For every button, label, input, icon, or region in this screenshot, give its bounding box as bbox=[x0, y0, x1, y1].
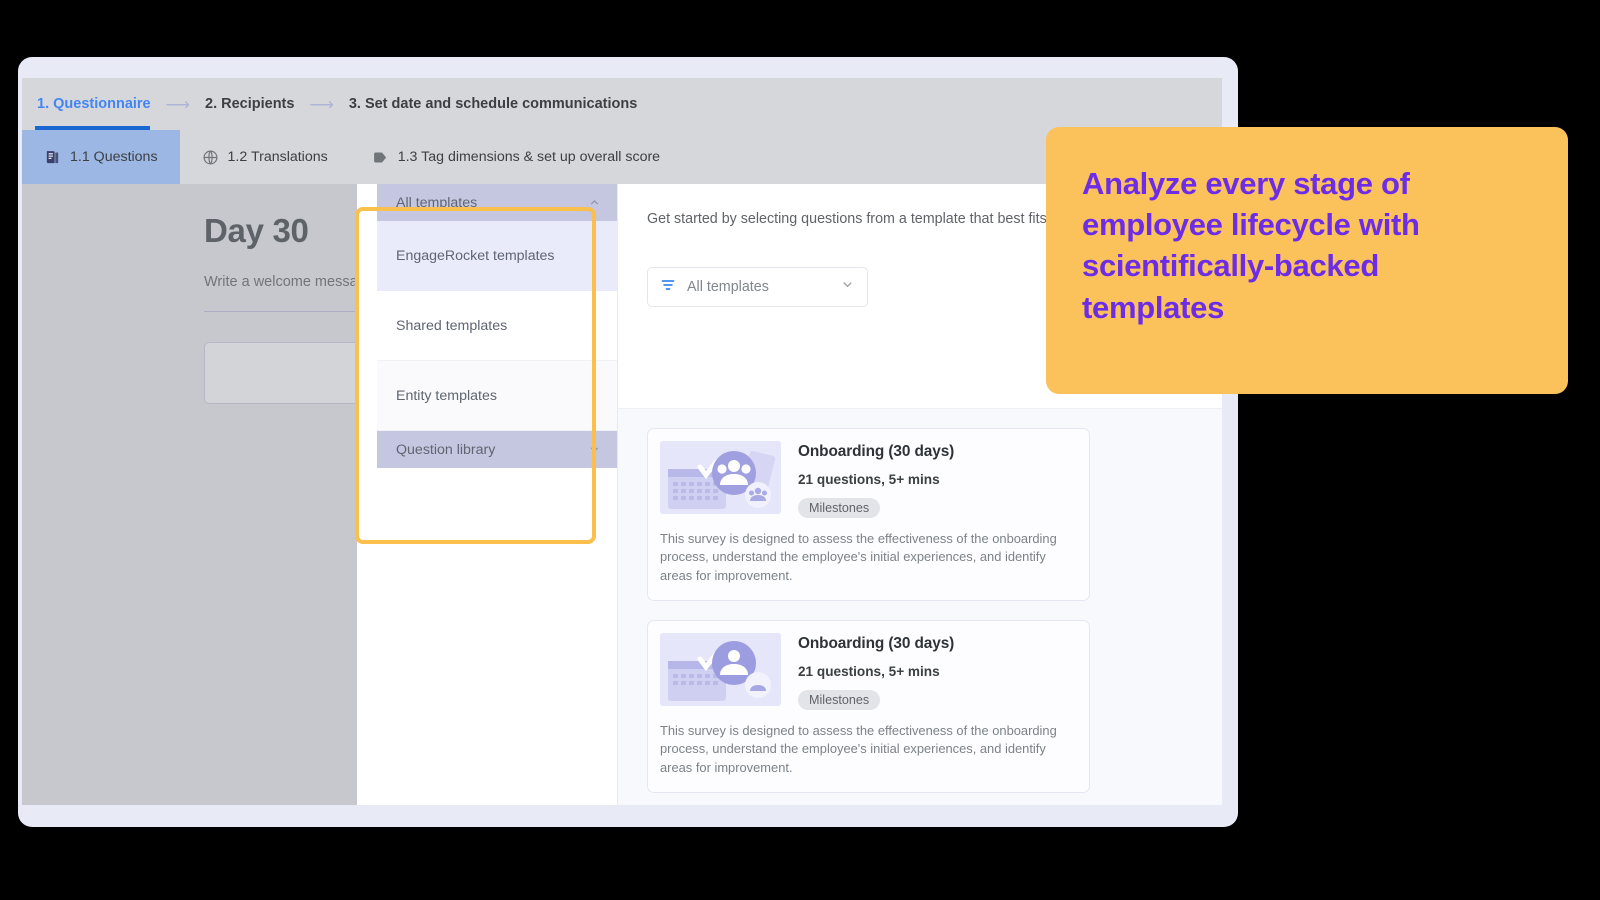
template-card[interactable]: Onboarding (30 days) 21 questions, 5+ mi… bbox=[647, 428, 1090, 601]
template-card-meta: Onboarding (30 days) 21 questions, 5+ mi… bbox=[798, 441, 1075, 518]
calendar-people-thumb-icon bbox=[660, 441, 781, 514]
sidebar-group-question-library-label: Question library bbox=[396, 441, 496, 458]
template-category-sidebar: All templates EngageRocket templates Sha… bbox=[377, 184, 618, 805]
template-cards-region: Onboarding (30 days) 21 questions, 5+ mi… bbox=[618, 408, 1222, 805]
chevron-down-icon bbox=[840, 277, 855, 297]
template-card-title: Onboarding (30 days) bbox=[798, 443, 955, 460]
book-icon bbox=[44, 149, 61, 166]
annotation-callout: Analyze every stage of employee lifecycl… bbox=[1046, 127, 1568, 394]
template-card[interactable]: Onboarding (30 days) 21 questions, 5+ mi… bbox=[647, 619, 1090, 793]
welcome-message-label: Write a welcome message bbox=[204, 274, 374, 290]
sidebar-item-shared-templates[interactable]: Shared templates bbox=[377, 291, 617, 361]
tab-tag-dimensions-label: 1.3 Tag dimensions & set up overall scor… bbox=[397, 149, 661, 165]
wizard-step-questionnaire[interactable]: 1. Questionnaire bbox=[35, 96, 153, 112]
status-badge: Milestones bbox=[798, 498, 881, 518]
tab-translations-label: 1.2 Translations bbox=[227, 149, 328, 165]
template-card-meta: Onboarding (30 days) 21 questions, 5+ mi… bbox=[798, 633, 1075, 710]
template-card-header: Onboarding (30 days) 21 questions, 5+ mi… bbox=[660, 441, 1075, 518]
annotation-callout-text: Analyze every stage of employee lifecycl… bbox=[1082, 166, 1420, 325]
sidebar-item-engagerocket-templates-label: EngageRocket templates bbox=[396, 247, 555, 264]
sidebar-item-engagerocket-templates[interactable]: EngageRocket templates bbox=[377, 221, 617, 291]
template-card-title: Onboarding (30 days) bbox=[798, 634, 955, 652]
tab-tag-dimensions[interactable]: 1.3 Tag dimensions & set up overall scor… bbox=[350, 130, 682, 184]
chevron-down-icon bbox=[588, 443, 601, 456]
template-card-tags: Milestones bbox=[798, 498, 1075, 518]
sidebar-group-all-templates-label: All templates bbox=[396, 194, 478, 211]
questionnaire-form-pane: Day 30 Write a welcome message bbox=[22, 184, 394, 805]
wizard-step-recipients[interactable]: 2. Recipients bbox=[203, 96, 296, 112]
sub-tab-bar: 1.1 Questions 1.2 Translations 1.3 Tag d… bbox=[22, 130, 1222, 184]
tab-translations[interactable]: 1.2 Translations bbox=[180, 130, 350, 184]
template-card-description: This survey is designed to assess the ef… bbox=[660, 722, 1057, 775]
filter-icon bbox=[660, 277, 676, 298]
template-card-description: This survey is designed to assess the ef… bbox=[660, 531, 1057, 583]
template-card-tags: Milestones bbox=[798, 689, 1075, 710]
globe-icon bbox=[202, 149, 219, 166]
wizard-step-schedule[interactable]: 3. Set date and schedule communications bbox=[347, 96, 639, 112]
template-filter-value: All templates bbox=[687, 279, 769, 295]
template-filter-select[interactable]: All templates bbox=[647, 267, 868, 307]
page-title: Day 30 bbox=[204, 212, 309, 249]
sidebar-bottom-spacer bbox=[377, 468, 617, 508]
app-workspace: 1. Questionnaire ⟶ 2. Recipients ⟶ 3. Se… bbox=[22, 78, 1222, 805]
calendar-people-thumb-icon bbox=[660, 632, 781, 706]
step-arrow-icon-1: ⟶ bbox=[165, 94, 190, 114]
tab-questions[interactable]: 1.1 Questions bbox=[22, 130, 180, 184]
tab-questions-label: 1.1 Questions bbox=[70, 149, 158, 165]
chevron-up-icon bbox=[588, 196, 601, 209]
sidebar-item-entity-templates[interactable]: Entity templates bbox=[377, 361, 617, 431]
sidebar-item-entity-templates-label: Entity templates bbox=[396, 387, 497, 404]
screenshot-root: 1. Questionnaire ⟶ 2. Recipients ⟶ 3. Se… bbox=[0, 0, 1600, 900]
template-card-questions: 21 questions, 5+ mins bbox=[798, 663, 940, 679]
sidebar-group-question-library[interactable]: Question library bbox=[377, 431, 617, 468]
sidebar-item-shared-templates-label: Shared templates bbox=[396, 317, 508, 334]
content-area: Day 30 Write a welcome message All templ… bbox=[22, 184, 1222, 805]
wizard-step-bar: 1. Questionnaire ⟶ 2. Recipients ⟶ 3. Se… bbox=[22, 78, 1222, 130]
template-card-questions: 21 questions, 5+ mins bbox=[798, 472, 940, 487]
step-arrow-icon-2: ⟶ bbox=[309, 94, 334, 114]
sidebar-group-all-templates[interactable]: All templates bbox=[377, 184, 617, 221]
template-card-header: Onboarding (30 days) 21 questions, 5+ mi… bbox=[660, 632, 1075, 710]
status-badge: Milestones bbox=[798, 689, 881, 710]
template-cards-grid: Onboarding (30 days) 21 questions, 5+ mi… bbox=[618, 428, 1222, 805]
tag-icon bbox=[372, 149, 389, 166]
